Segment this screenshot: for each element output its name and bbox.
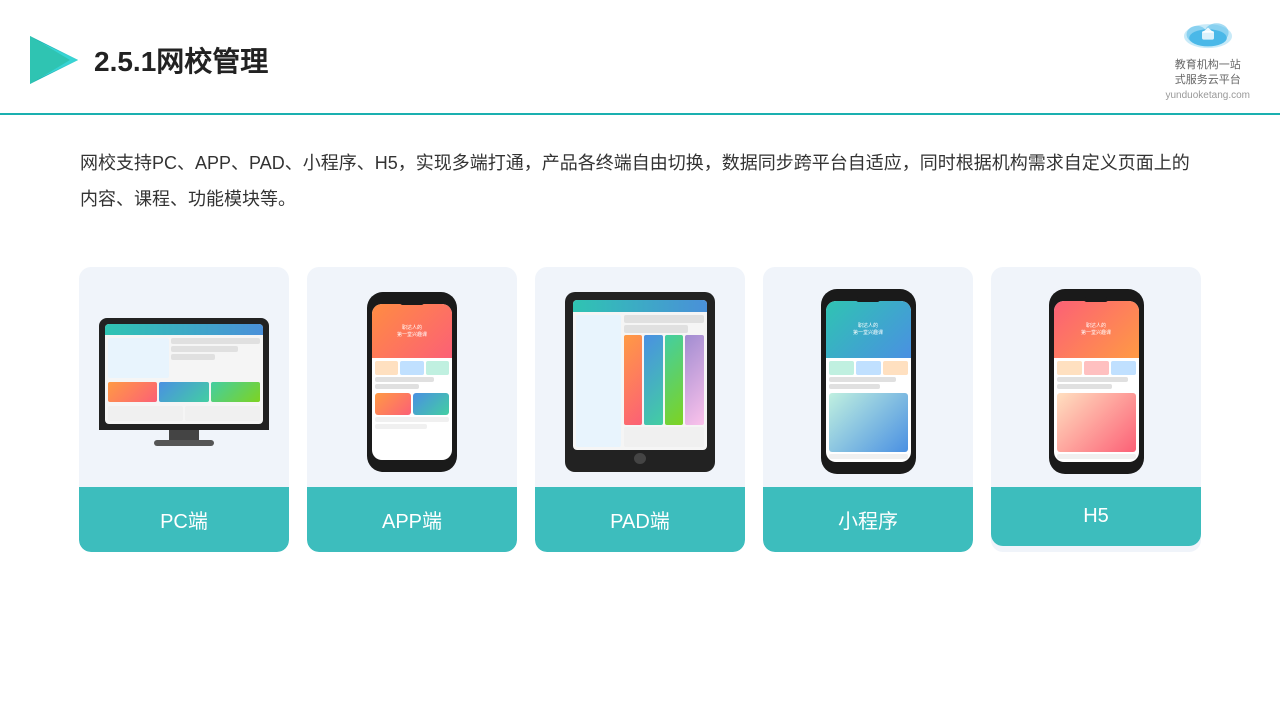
- header: 2.5.1网校管理 教育机构一站 式服务云平台 yunduoketang.com: [0, 0, 1280, 115]
- phone-screen-mini: 职达人的第一堂兴趣课: [826, 301, 911, 462]
- card-pad-image: [535, 267, 745, 487]
- card-pc-label: PC端: [79, 487, 289, 552]
- card-pc: PC端: [79, 267, 289, 552]
- card-mini-label: 小程序: [763, 487, 973, 552]
- card-mini: 职达人的第一堂兴趣课: [763, 267, 973, 552]
- tablet-screen: [573, 300, 707, 450]
- card-pad-label: PAD端: [535, 487, 745, 552]
- card-pad: PAD端: [535, 267, 745, 552]
- phone-mockup-app: 职达人的第一堂兴趣课: [367, 292, 457, 472]
- phone-mockup-mini: 职达人的第一堂兴趣课: [821, 289, 916, 474]
- phone-screen-app: 职达人的第一堂兴趣课: [372, 304, 452, 460]
- tablet-mockup: [565, 292, 715, 472]
- card-app: 职达人的第一堂兴趣课: [307, 267, 517, 552]
- card-app-image: 职达人的第一堂兴趣课: [307, 267, 517, 487]
- page-title: 2.5.1网校管理: [94, 40, 268, 80]
- phone-mockup-h5: 职达人的第一堂兴趣课: [1049, 289, 1144, 474]
- card-mini-image: 职达人的第一堂兴趣课: [763, 267, 973, 487]
- cards-container: PC端 职达人的第一堂兴趣课: [0, 237, 1280, 582]
- card-h5-image: 职达人的第一堂兴趣课: [991, 267, 1201, 487]
- card-h5-label: H5: [991, 487, 1201, 546]
- phone-screen-h5: 职达人的第一堂兴趣课: [1054, 301, 1139, 462]
- logo-area: 教育机构一站 式服务云平台 yunduoketang.com: [1165, 18, 1250, 103]
- logo-text: 教育机构一站 式服务云平台 yunduoketang.com: [1165, 58, 1250, 103]
- monitor-screen: [105, 324, 263, 424]
- card-pc-image: [79, 267, 289, 487]
- card-h5: 职达人的第一堂兴趣课: [991, 267, 1201, 552]
- brand-logo: [1178, 18, 1238, 56]
- card-app-label: APP端: [307, 487, 517, 552]
- description-text: 网校支持PC、APP、PAD、小程序、H5，实现多端打通，产品各终端自由切换，数…: [0, 115, 1280, 227]
- play-icon: [30, 36, 78, 84]
- pc-mockup: [99, 318, 269, 446]
- header-left: 2.5.1网校管理: [30, 36, 268, 84]
- monitor: [99, 318, 269, 430]
